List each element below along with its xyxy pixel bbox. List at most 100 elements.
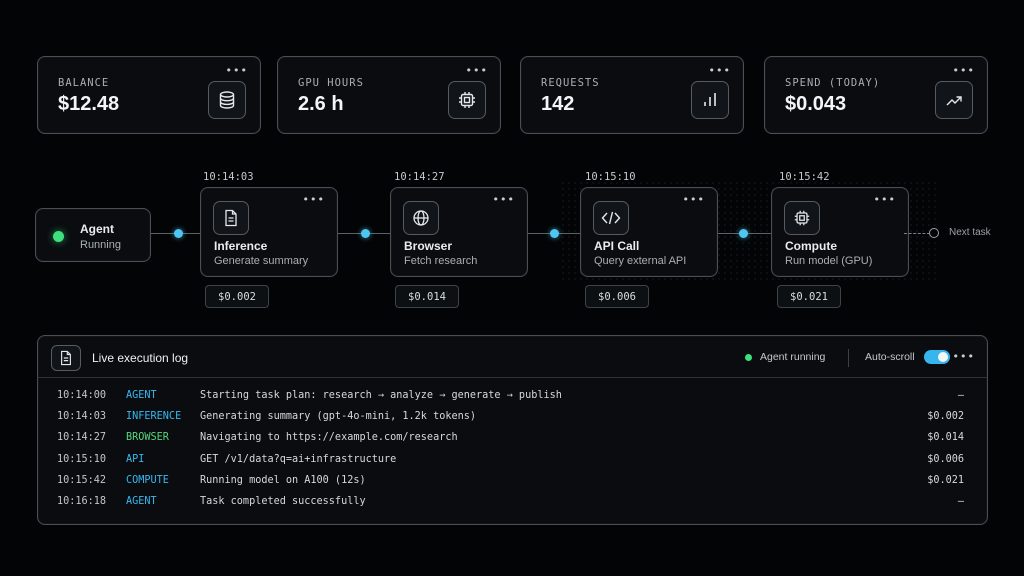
status-indicator: [745, 354, 752, 361]
status-indicator: [53, 231, 64, 242]
autoscroll-toggle[interactable]: [924, 350, 950, 364]
divider: [848, 349, 849, 367]
step-description: Generate summary: [214, 255, 309, 267]
step-cost-badge: $0.014: [395, 285, 459, 308]
next-task-node: [929, 228, 939, 238]
database-icon: [208, 81, 246, 119]
step-card-compute[interactable]: ••• Compute Run model (GPU): [771, 187, 909, 277]
stat-card-requests: ••• REQUESTS 142: [520, 56, 744, 134]
log-time: 10:15:42: [57, 474, 107, 486]
log-cost: $0.021: [927, 474, 964, 486]
more-options-icon[interactable]: •••: [466, 65, 488, 76]
bar-chart-icon: [691, 81, 729, 119]
log-message: Navigating to https://example.com/resear…: [200, 432, 458, 444]
agent-status-label: Agent running: [760, 351, 826, 363]
globe-icon: [403, 201, 439, 235]
log-source: COMPUTE: [126, 474, 169, 486]
log-message: Generating summary (gpt-4o-mini, 1.2k to…: [200, 411, 477, 423]
log-row: 10:16:18 AGENT Task completed successful…: [38, 492, 987, 513]
step-name: Compute: [785, 239, 837, 253]
step-card-browser[interactable]: ••• Browser Fetch research: [390, 187, 528, 277]
pipeline-node-dot: [361, 229, 370, 238]
log-time: 10:16:18: [57, 495, 107, 507]
log-source: INFERENCE: [126, 411, 182, 423]
log-cost: –: [957, 390, 964, 401]
agent-name: Agent: [80, 222, 114, 236]
step-cost-badge: $0.002: [205, 285, 269, 308]
log-time: 10:14:03: [57, 411, 107, 423]
log-cost: –: [957, 495, 964, 507]
pending-connector: [904, 233, 930, 234]
stat-label: SPEND (TODAY): [785, 77, 881, 89]
log-time: 10:14:00: [57, 390, 107, 401]
step-timestamp: 10:15:42: [779, 171, 830, 183]
chip-icon: [448, 81, 486, 119]
step-cost-badge: $0.021: [777, 285, 841, 308]
more-options-icon[interactable]: •••: [303, 194, 325, 205]
code-icon: [593, 201, 629, 235]
log-row: 10:14:27 BROWSER Navigating to https://e…: [38, 428, 987, 449]
log-message: GET /v1/data?q=ai+infrastructure: [200, 453, 397, 465]
log-time: 10:15:10: [57, 453, 107, 465]
document-icon: [213, 201, 249, 235]
stat-value: 2.6 h: [298, 93, 344, 115]
log-time: 10:14:27: [57, 432, 107, 444]
log-source: AGENT: [126, 390, 157, 401]
stat-card-gpu-hours: ••• GPU HOURS 2.6 h: [277, 56, 501, 134]
step-description: Run model (GPU): [785, 255, 873, 267]
log-cost: $0.002: [927, 411, 964, 423]
step-name: Inference: [214, 239, 268, 253]
log-message: Running model on A100 (12s): [200, 474, 366, 486]
more-options-icon[interactable]: •••: [709, 65, 731, 76]
more-options-icon[interactable]: •••: [683, 194, 705, 205]
stat-label: GPU HOURS: [298, 77, 364, 89]
execution-log-panel: Live execution log Agent running Auto-sc…: [37, 335, 988, 525]
step-timestamp: 10:14:27: [394, 171, 445, 183]
trending-up-icon: [935, 81, 973, 119]
stat-value: $12.48: [58, 93, 120, 115]
document-icon: [51, 345, 81, 371]
agent-status: Running: [80, 239, 121, 251]
pipeline-node-dot: [739, 229, 748, 238]
log-cost: $0.006: [927, 453, 964, 465]
log-source: API: [126, 453, 145, 465]
chip-icon: [784, 201, 820, 235]
pipeline-node-dot: [550, 229, 559, 238]
log-message: Task completed successfully: [200, 495, 366, 507]
step-card-inference[interactable]: ••• Inference Generate summary: [200, 187, 338, 277]
step-card-api-call[interactable]: ••• API Call Query external API: [580, 187, 718, 277]
step-description: Query external API: [594, 255, 687, 267]
agent-node[interactable]: Agent Running: [35, 208, 151, 262]
step-cost-badge: $0.006: [585, 285, 649, 308]
log-message: Starting task plan: research → analyze →…: [200, 390, 562, 401]
log-cost: $0.014: [927, 432, 964, 444]
step-timestamp: 10:14:03: [203, 171, 254, 183]
log-source: AGENT: [126, 495, 157, 507]
more-options-icon[interactable]: •••: [493, 194, 515, 205]
stat-value: 142: [541, 93, 575, 115]
stat-card-balance: ••• BALANCE $12.48: [37, 56, 261, 134]
more-options-icon[interactable]: •••: [953, 65, 975, 76]
step-name: API Call: [594, 239, 640, 253]
step-description: Fetch research: [404, 255, 478, 267]
log-title: Live execution log: [92, 351, 189, 365]
more-options-icon[interactable]: •••: [953, 351, 975, 362]
log-row: 10:14:03 INFERENCE Generating summary (g…: [38, 407, 987, 428]
log-source: BROWSER: [126, 432, 169, 444]
stat-card-spend-today: ••• SPEND (TODAY) $0.043: [764, 56, 988, 134]
log-header: Live execution log Agent running Auto-sc…: [38, 336, 987, 378]
next-task-label: Next task: [949, 227, 991, 238]
log-row: 10:15:42 COMPUTE Running model on A100 (…: [38, 471, 987, 492]
autoscroll-label: Auto-scroll: [865, 351, 915, 363]
stat-label: BALANCE: [58, 77, 110, 89]
log-row: 10:14:00 AGENT Starting task plan: resea…: [38, 386, 987, 407]
stat-value: $0.043: [785, 93, 847, 115]
stat-label: REQUESTS: [541, 77, 600, 89]
step-name: Browser: [404, 239, 453, 253]
more-options-icon[interactable]: •••: [874, 194, 896, 205]
pipeline-node-dot: [174, 229, 183, 238]
toggle-knob: [938, 352, 948, 362]
more-options-icon[interactable]: •••: [226, 65, 248, 76]
log-row: 10:15:10 API GET /v1/data?q=ai+infrastru…: [38, 450, 987, 471]
step-timestamp: 10:15:10: [585, 171, 636, 183]
